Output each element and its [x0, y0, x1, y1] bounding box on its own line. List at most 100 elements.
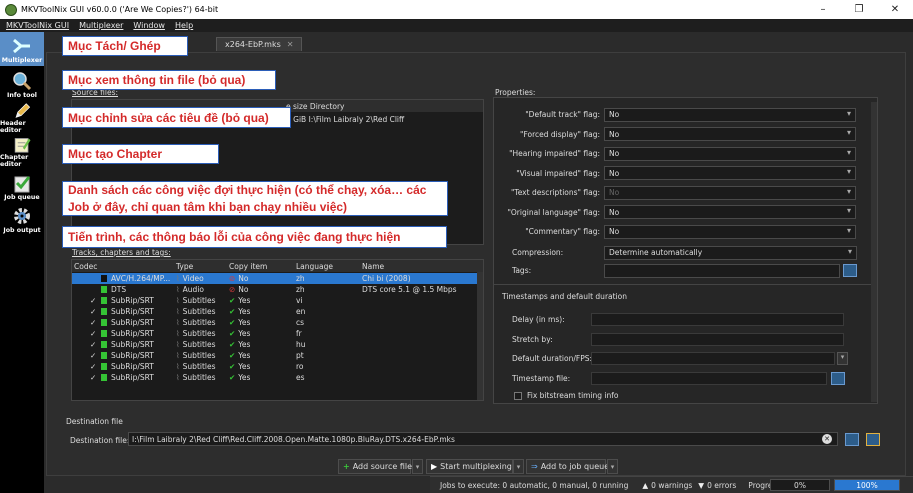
tab-current-file[interactable]: x264-EbP.mks ✕ [216, 37, 303, 51]
track-checkbox[interactable]: ✓ [90, 296, 98, 305]
default-duration-input[interactable] [591, 352, 835, 365]
stretch-input[interactable] [591, 333, 844, 346]
errors-count[interactable]: 0 errors [707, 481, 736, 490]
track-checkbox[interactable]: ✓ [90, 318, 98, 327]
track-copy-item[interactable]: ✔ Yes [229, 373, 250, 382]
warnings-count[interactable]: 0 warnings [651, 481, 692, 490]
tool-job-queue[interactable]: Job queue [0, 169, 44, 203]
track-copy-item[interactable]: ✔ Yes [229, 318, 250, 327]
compression-label: Compression: [512, 248, 564, 257]
tool-multiplexer[interactable]: Multiplexer [0, 32, 44, 66]
track-copy-item[interactable]: ✔ Yes [229, 351, 250, 360]
tab-label: x264-EbP.mks [225, 40, 281, 49]
track-row[interactable]: ✓ SubRip/SRT ⌇ Subtitles ✔ Yes vi [72, 295, 482, 306]
col-language[interactable]: Language [296, 262, 333, 271]
flag-select[interactable]: No [604, 224, 856, 239]
timestamp-file-browse-icon[interactable] [831, 372, 845, 385]
notepad-icon [14, 138, 31, 153]
tab-close-icon[interactable]: ✕ [287, 40, 294, 49]
track-checkbox[interactable]: ✓ [90, 373, 98, 382]
flag-select[interactable]: No [604, 205, 856, 219]
start-dropdown-icon[interactable]: ▾ [513, 459, 524, 474]
track-checkbox[interactable]: ✓ [90, 340, 98, 349]
tracks-list[interactable]: Codec Type Copy item Language Name AVC/H… [71, 259, 484, 401]
flag-select[interactable]: No [604, 166, 856, 180]
compression-select[interactable]: Determine automatically [604, 245, 857, 260]
flag-select[interactable]: No [604, 107, 856, 122]
add-to-job-queue-button[interactable]: ⇒ Add to job queue [526, 459, 609, 474]
default-duration-dropdown-icon[interactable]: ▾ [837, 352, 848, 365]
track-copy-item[interactable]: ✔ Yes [229, 340, 250, 349]
clear-destination-icon[interactable]: ✕ [822, 434, 832, 444]
source-file-row[interactable]: 7 GiB I:\Film Laibraly 2\Red Cliff [286, 115, 404, 124]
track-codec: SubRip/SRT [111, 351, 154, 360]
add-source-files-label: Add source files [352, 462, 417, 471]
fix-bitstream-checkbox[interactable] [514, 391, 522, 400]
track-checkbox[interactable]: ✓ [90, 362, 98, 371]
maximize-button[interactable]: ❐ [841, 0, 877, 19]
close-button[interactable]: ✕ [877, 0, 913, 19]
menu-help[interactable]: Help [175, 21, 193, 30]
browse-destination-icon[interactable] [845, 433, 859, 446]
tool-job-output[interactable]: Job output [0, 202, 44, 236]
track-copy-item[interactable]: ✔ Yes [229, 307, 250, 316]
track-copy-item[interactable]: ✔ Yes [229, 362, 250, 371]
timestamp-file-input[interactable] [591, 372, 827, 385]
queue-dropdown-icon[interactable]: ▾ [607, 459, 618, 474]
add-source-files-button[interactable]: + Add source files [338, 459, 416, 474]
track-copy-item[interactable]: ⊘ No [229, 274, 249, 283]
col-type[interactable]: Type [176, 262, 193, 271]
track-copy-item[interactable]: ⊘ No [229, 285, 249, 294]
flag-row: "Text descriptions" flag: No [494, 184, 866, 201]
track-codec: SubRip/SRT [111, 362, 154, 371]
compression-row: Compression: Determine automatically [494, 244, 866, 261]
tool-header-editor[interactable]: Header editor [0, 102, 44, 136]
flag-select[interactable]: No [604, 146, 856, 161]
track-checkbox[interactable]: ✓ [90, 351, 98, 360]
default-duration-label: Default duration/FPS: [512, 354, 592, 363]
start-multiplexing-label: Start multiplexing [440, 462, 512, 471]
track-row[interactable]: ✓ SubRip/SRT ⌇ Subtitles ✔ Yes ro [72, 361, 482, 372]
add-source-dropdown-icon[interactable]: ▾ [412, 459, 423, 474]
track-copy-label: No [238, 274, 249, 283]
track-type-icon: ⌇ [176, 318, 180, 327]
track-type: ⌇ Audio [176, 285, 204, 294]
minimize-button[interactable]: – [805, 0, 841, 19]
track-row[interactable]: ✓ SubRip/SRT ⌇ Subtitles ✔ Yes pt [72, 350, 482, 361]
track-row[interactable]: AVC/H.264/MP... ⌇ Video ⊘ No zh Chi bi (2008) [72, 273, 482, 284]
properties-scrollbar[interactable] [871, 102, 877, 402]
flag-label: "Commentary" flag: [525, 227, 600, 236]
tool-label: Job queue [4, 194, 40, 201]
track-row[interactable]: ✓ SubRip/SRT ⌇ Subtitles ✔ Yes cs [72, 317, 482, 328]
track-row[interactable]: DTS ⌇ Audio ⊘ No zh DTS core 5.1 @ 1.5 Mbps [72, 284, 482, 295]
col-copy-item[interactable]: Copy item [229, 262, 267, 271]
track-copy-item[interactable]: ✔ Yes [229, 329, 250, 338]
track-checkbox[interactable]: ✓ [90, 307, 98, 316]
tags-browse-icon[interactable] [843, 264, 857, 277]
flag-label: "Hearing impaired" flag: [509, 149, 600, 158]
track-row[interactable]: ✓ SubRip/SRT ⌇ Subtitles ✔ Yes es [72, 372, 482, 383]
jobs-status[interactable]: Jobs to execute: 0 automatic, 0 manual, … [440, 481, 628, 490]
menu-window[interactable]: Window [133, 21, 165, 30]
flag-select[interactable]: No [604, 127, 856, 141]
track-row[interactable]: ✓ SubRip/SRT ⌇ Subtitles ✔ Yes fr [72, 328, 482, 339]
start-multiplexing-button[interactable]: ▶ Start multiplexing [426, 459, 513, 474]
timestamps-section-label: Timestamps and default duration [502, 292, 627, 301]
tags-input[interactable] [604, 263, 840, 278]
tracks-scrollbar[interactable] [477, 272, 483, 400]
col-name[interactable]: Name [362, 262, 384, 271]
track-codec: SubRip/SRT [111, 318, 154, 327]
destination-file-input[interactable]: I:\Film Laibraly 2\Red Cliff\Red.Cliff.2… [128, 432, 838, 446]
col-codec[interactable]: Codec [74, 262, 97, 271]
tool-info[interactable]: Info tool [0, 67, 44, 101]
track-row[interactable]: ✓ SubRip/SRT ⌇ Subtitles ✔ Yes en [72, 306, 482, 317]
track-copy-item[interactable]: ✔ Yes [229, 296, 250, 305]
tool-chapter-editor[interactable]: Chapter editor [0, 136, 44, 170]
menu-multiplexer[interactable]: Multiplexer [79, 21, 123, 30]
track-row[interactable]: ✓ SubRip/SRT ⌇ Subtitles ✔ Yes hu [72, 339, 482, 350]
divider [494, 284, 872, 285]
delay-input[interactable] [591, 313, 844, 326]
track-checkbox[interactable]: ✓ [90, 329, 98, 338]
menu-mkvtoolnix[interactable]: MKVToolNix GUI [6, 21, 69, 30]
recent-destination-icon[interactable] [866, 433, 880, 446]
